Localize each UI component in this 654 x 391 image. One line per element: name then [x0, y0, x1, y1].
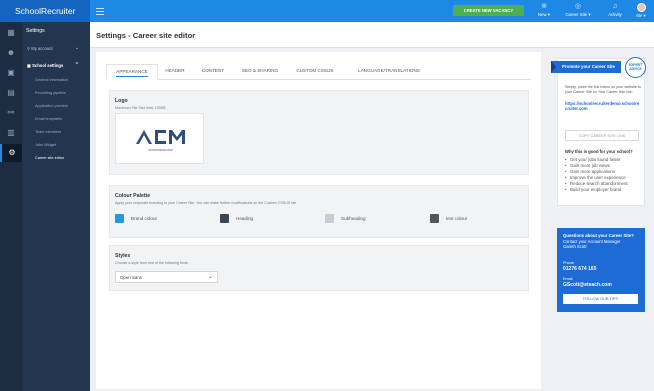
briefcase-icon[interactable]: ▣: [0, 64, 22, 82]
dashboard-icon[interactable]: ▦: [0, 24, 22, 42]
chevron-down-icon: ⌄: [207, 274, 213, 280]
contact-line2: Gareth Scott: [563, 244, 587, 250]
career-site-link[interactable]: https://schoolrecruiterdemo.schoolrecrui…: [565, 101, 641, 111]
hamburger-menu-icon[interactable]: [96, 6, 104, 16]
tab-bar: APPEARANCE HEADER CONTENT SEO & SHARING …: [106, 64, 531, 80]
page-title: Settings - Career site editor: [96, 31, 196, 40]
create-vacancy-button[interactable]: CREATE NEW VACANCY: [453, 5, 524, 16]
contact-question: Questions about your Career Site?: [563, 233, 634, 238]
tab-language-translations[interactable]: LANGUAGE/TRANSLATIONS: [350, 64, 428, 80]
sidebar-section-school-settings[interactable]: ▣ School settings ⌃: [22, 57, 90, 74]
chevron-down-icon: ⌄: [74, 45, 79, 51]
follow-our-tips-button[interactable]: FOLLOW OUR TIPS: [563, 294, 638, 304]
new-menu[interactable]: ⊕ New ▾: [531, 3, 557, 18]
tab-content[interactable]: CONTENT: [198, 64, 228, 80]
me-menu-label: Me ▾: [636, 13, 646, 18]
sidebar-section-label: My account: [31, 46, 53, 51]
icon-rail: ▦ ☻ ▣ ▤ ⚯ ▥ ⚙: [0, 22, 22, 391]
sidebar-item-application-preview[interactable]: Application preview: [22, 100, 90, 113]
styles-heading: Styles: [115, 253, 131, 259]
sidebar-item-career-site-editor[interactable]: Career site editor: [22, 152, 90, 165]
palette-heading: Colour Palette: [115, 193, 151, 199]
app-logo[interactable]: SchoolRecruiter: [0, 0, 90, 22]
settings-sidebar: Settings ⚲ My account ⌄ ▣ School setting…: [22, 22, 90, 391]
promote-description: Simply, place the link below on your web…: [565, 85, 641, 94]
expert-badge-line2: ADVICE: [629, 67, 642, 71]
promote-card: Promote your Career Site EXPERT ADVICE Si…: [551, 57, 646, 206]
sidebar-item-email-templates[interactable]: Email templates: [22, 113, 90, 126]
email-address[interactable]: GScott@eteach.com: [563, 282, 612, 288]
text-colour-swatch[interactable]: [430, 214, 439, 223]
sidebar-section-my-account[interactable]: ⚲ My account ⌄: [22, 40, 90, 57]
sidebar-item-recruiting-pipeline[interactable]: Recruiting pipeline: [22, 87, 90, 100]
sidebar-item-general-information[interactable]: General information: [22, 74, 90, 87]
tab-header[interactable]: HEADER: [160, 64, 190, 80]
phone-number[interactable]: 01276 674 165: [563, 266, 596, 272]
list-item: Build your employer brand: [565, 187, 643, 193]
benefits-list: Get your jobs found faster Gain more job…: [565, 157, 643, 193]
heading-colour-swatch[interactable]: [220, 214, 229, 223]
logo-caption: SCHOOLRECRUITER: [148, 149, 172, 152]
phone-label: Phone: [563, 261, 574, 265]
top-bar: SchoolRecruiter CREATE NEW VACANCY ⊕ New …: [0, 0, 654, 22]
bell-icon: ♫: [612, 3, 618, 10]
calendar-icon[interactable]: ▤: [0, 84, 22, 102]
new-menu-label: New ▾: [538, 12, 550, 17]
activity-menu[interactable]: ♫ Activity: [602, 3, 628, 17]
network-icon[interactable]: ⚯: [0, 104, 22, 122]
plus-circle-icon: ⊕: [541, 3, 547, 10]
brand-colour-label: Brand colour: [131, 216, 158, 221]
editor-card: APPEARANCE HEADER CONTENT SEO & SHARING …: [96, 52, 541, 389]
tab-custom-css-js[interactable]: CUSTOM CSS/JS: [292, 64, 338, 80]
sidebar-title: Settings: [26, 28, 45, 34]
font-style-value: Open Sans: [120, 275, 142, 280]
logo-size-hint: Maximum File Size limit: 100KB: [115, 106, 166, 110]
sidebar-item-jobs-widget[interactable]: Jobs Widget: [22, 139, 90, 152]
settings-icon[interactable]: ⚙: [0, 144, 22, 162]
page-header: Settings - Career site editor: [90, 22, 654, 48]
text-colour-label: text colour: [446, 216, 468, 221]
activity-menu-label: Activity: [608, 12, 622, 17]
why-title: Why this is good for your school?: [565, 149, 633, 154]
subheading-colour-swatch[interactable]: [325, 214, 334, 223]
people-icon[interactable]: ☻: [0, 44, 22, 62]
email-label: Email: [563, 277, 573, 281]
contact-line1: Contact your Account Manager: [563, 239, 621, 244]
subheading-colour-label: Subheading: [341, 216, 366, 221]
heading-colour-label: Heading: [236, 216, 254, 221]
tab-label: APPEARANCE: [116, 67, 148, 77]
logo-upload[interactable]: SCHOOLRECRUITER: [115, 113, 204, 164]
chevron-up-icon: ⌃: [74, 62, 79, 68]
styles-panel: Styles Choose a style from one of the fo…: [109, 245, 529, 291]
logo-heading: Logo: [115, 98, 128, 104]
contact-manager: Contact your Account Manager Gareth Scott: [563, 239, 621, 250]
globe-icon: ◎: [574, 3, 582, 10]
logo-panel: Logo Maximum File Size limit: 100KB SCHO…: [109, 90, 529, 175]
palette-hint: Apply your corporate branding to your Ca…: [115, 201, 298, 205]
brand-colour-swatch[interactable]: [115, 214, 124, 223]
sidebar-section-label: School settings: [32, 63, 64, 68]
avatar: [636, 3, 646, 12]
career-site-menu[interactable]: ◎ Career Site ▾: [565, 3, 591, 18]
tab-appearance[interactable]: APPEARANCE: [106, 64, 158, 80]
bar-chart-icon[interactable]: ▥: [0, 124, 22, 142]
career-site-menu-label: Career Site ▾: [565, 12, 591, 17]
promote-title: Promote your Career Site: [551, 61, 621, 73]
copy-career-site-link-button[interactable]: COPY CAREER SITE LINK: [565, 130, 639, 141]
sidebar-item-team-members[interactable]: Team members: [22, 126, 90, 139]
acm-logo-image: SCHOOLRECRUITER: [136, 130, 185, 152]
font-style-select[interactable]: Open Sans ⌄: [115, 271, 218, 283]
me-menu[interactable]: Me ▾: [628, 3, 654, 19]
colour-palette-panel: Colour Palette Apply your corporate bran…: [109, 185, 529, 238]
styles-hint: Choose a style from one of the following…: [115, 261, 189, 265]
expert-advice-badge: EXPERT ADVICE: [625, 57, 646, 78]
account-manager-card: Questions about your Career Site? Contac…: [557, 228, 645, 312]
tab-seo-sharing[interactable]: SEO & SHARING: [238, 64, 282, 80]
